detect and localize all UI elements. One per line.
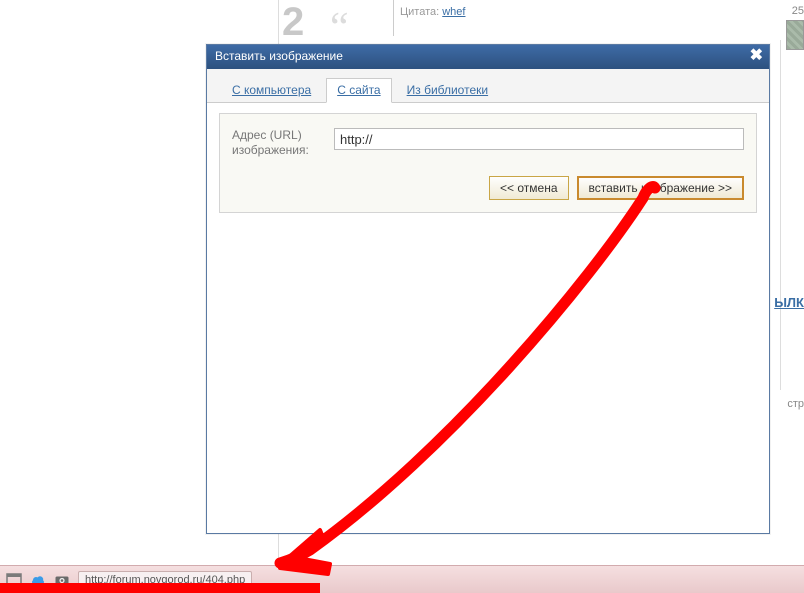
form-box: Адрес (URL) изображения: << отмена встав… xyxy=(219,113,757,213)
insert-image-button[interactable]: вставить изображение >> xyxy=(577,176,744,200)
url-label: Адрес (URL) изображения: xyxy=(232,128,324,158)
side-text-fragment: стр xyxy=(787,398,804,410)
url-row: Адрес (URL) изображения: xyxy=(232,128,744,158)
avatar xyxy=(786,20,804,50)
insert-image-dialog: Вставить изображение ✖ С компьютера С са… xyxy=(206,44,770,534)
quote-line: Цитата: whef xyxy=(400,6,465,18)
divider-vertical-right xyxy=(780,40,781,390)
post-number: 2 xyxy=(282,0,304,45)
quote-label: Цитата: xyxy=(400,6,439,18)
side-date: 25 xyxy=(792,5,804,17)
dialog-titlebar: Вставить изображение ✖ xyxy=(207,45,769,69)
button-row: << отмена вставить изображение >> xyxy=(232,176,744,200)
cancel-button[interactable]: << отмена xyxy=(489,176,568,200)
annotation-underline xyxy=(0,583,320,593)
tab-from-computer[interactable]: С компьютера xyxy=(221,78,322,102)
tab-from-site[interactable]: С сайта xyxy=(326,78,391,103)
side-link-fragment[interactable]: ЫЛК xyxy=(774,295,804,310)
dialog-title-text: Вставить изображение xyxy=(215,49,343,63)
divider xyxy=(393,0,394,36)
dialog-body: Адрес (URL) изображения: << отмена встав… xyxy=(207,103,769,223)
tab-from-library[interactable]: Из библиотеки xyxy=(396,78,499,102)
close-icon[interactable]: ✖ xyxy=(750,48,763,64)
quote-user-link[interactable]: whef xyxy=(442,6,465,18)
url-input[interactable] xyxy=(334,128,744,150)
tabs-row: С компьютера С сайта Из библиотеки xyxy=(207,69,769,103)
